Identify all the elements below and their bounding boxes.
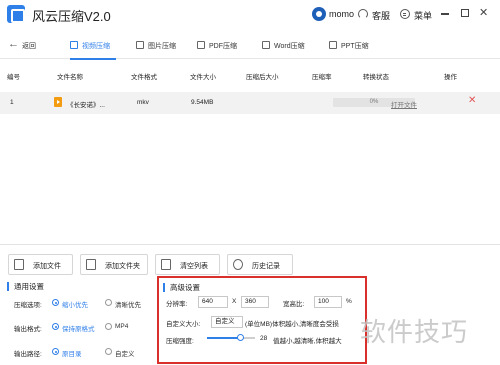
option-label: 保持原格式: [62, 326, 95, 333]
compress-option-label: 压缩选项:: [14, 302, 42, 309]
divider: [0, 244, 500, 245]
column-header: 压缩后大小: [246, 74, 279, 81]
headset-icon[interactable]: [358, 9, 368, 19]
advanced-settings-title: 高级设置: [163, 283, 200, 292]
maximize-button[interactable]: [461, 9, 469, 17]
resolution-label: 分辨率:: [166, 301, 188, 308]
history-button[interactable]: 历史记录: [227, 254, 293, 275]
advanced-settings-content: 高级设置 分辨率: 640 X 360 宽高比: 100 % 自定义大小: 自定…: [159, 278, 365, 362]
image-tab-icon: [136, 41, 144, 49]
delete-icon[interactable]: ✕: [468, 96, 476, 106]
option-label: 自定义: [115, 351, 135, 358]
general-settings-title: 通用设置: [7, 282, 44, 291]
pdf-tab-icon: [197, 41, 205, 49]
radio-format-keep[interactable]: [52, 323, 59, 330]
file-format: mkv: [137, 99, 149, 106]
user-avatar-icon[interactable]: [312, 7, 326, 21]
custom-size-hint: (单位MB)体积越小,清晰度会受损: [245, 321, 339, 328]
custom-size-label: 自定义大小:: [166, 321, 201, 328]
strength-label: 压缩强度:: [166, 338, 194, 345]
app-title: 风云压缩V2.0: [32, 9, 111, 24]
percent-sign: %: [346, 298, 352, 305]
radio-compress-smaller[interactable]: [52, 299, 59, 306]
watermark: 软件技巧: [360, 317, 469, 347]
aspect-ratio-input[interactable]: 100: [314, 296, 342, 308]
add-file-button[interactable]: 添加文件: [8, 254, 73, 275]
output-format-label: 输出格式:: [14, 326, 42, 333]
option-label: 清晰优先: [115, 302, 141, 309]
strength-slider[interactable]: [207, 334, 255, 341]
radio-compress-clearer[interactable]: [105, 299, 112, 306]
button-label: 历史记录: [252, 263, 280, 270]
button-label: 添加文件: [33, 263, 61, 270]
add-file-icon: [14, 259, 24, 270]
column-header: 文件名称: [57, 74, 83, 81]
table-row[interactable]: 1 《长安诺》... mkv 9.54MB 0% 打开文件 ✕: [0, 92, 500, 114]
column-header: 压缩率: [312, 74, 332, 81]
output-path-label: 输出路径:: [14, 351, 42, 358]
back-arrow-icon[interactable]: ←: [8, 39, 19, 50]
video-tab-icon: [70, 41, 78, 49]
nav-bar: ← 返回 视频压缩 图片压缩 PDF压缩 Word压缩 PPT压缩: [0, 33, 500, 60]
trash-icon: [161, 259, 171, 270]
video-file-icon: [54, 97, 62, 107]
radio-path-original[interactable]: [52, 348, 59, 355]
column-header: 文件大小: [190, 74, 216, 81]
column-header: 编号: [7, 74, 20, 81]
resolution-height-input[interactable]: 360: [241, 296, 269, 308]
tab-label: 图片压缩: [148, 43, 176, 50]
table-header: 编号 文件名称 文件格式 文件大小 压缩后大小 压缩率 转换状态 操作: [0, 68, 500, 82]
custom-size-input[interactable]: 自定义: [211, 316, 243, 328]
option-label: 缩小优先: [62, 302, 88, 309]
add-folder-icon: [86, 259, 96, 270]
menu-icon[interactable]: [400, 9, 410, 19]
tab-label: PDF压缩: [209, 43, 237, 50]
file-name: 《长安诺》...: [67, 102, 105, 109]
clear-list-button[interactable]: 清空列表: [155, 254, 220, 275]
tab-label: PPT压缩: [341, 43, 369, 50]
minimize-button[interactable]: [441, 13, 449, 15]
open-file-link[interactable]: 打开文件: [391, 99, 417, 109]
app-logo-icon: [7, 5, 25, 23]
close-button[interactable]: ✕: [479, 6, 488, 19]
option-label: MP4: [115, 323, 129, 330]
title-bar: 风云压缩V2.0 momo 客服 菜单 ✕: [0, 0, 500, 30]
add-folder-button[interactable]: 添加文件夹: [80, 254, 148, 275]
strength-value: 28: [260, 335, 268, 342]
option-label: 原目录: [62, 351, 82, 358]
slider-fill: [207, 337, 241, 339]
button-label: 添加文件夹: [105, 263, 140, 270]
column-header: 操作: [444, 74, 457, 81]
support-button[interactable]: 客服: [372, 9, 390, 22]
radio-path-custom[interactable]: [105, 348, 112, 355]
radio-format-mp4[interactable]: [105, 323, 112, 330]
tab-label: 视频压缩: [82, 43, 110, 50]
slider-thumb[interactable]: [237, 334, 245, 341]
menu-button[interactable]: 菜单: [414, 9, 432, 22]
resolution-separator: X: [232, 298, 237, 305]
advanced-settings-panel: 高级设置 分辨率: 640 X 360 宽高比: 100 % 自定义大小: 自定…: [157, 276, 367, 364]
column-header: 转换状态: [363, 74, 389, 81]
column-header: 文件格式: [131, 74, 157, 81]
ppt-tab-icon: [329, 41, 337, 49]
history-icon: [233, 259, 243, 270]
word-tab-icon: [262, 41, 270, 49]
strength-hint: 值越小,越清晰,体积越大: [273, 338, 342, 345]
button-label: 清空列表: [180, 263, 208, 270]
tab-label: Word压缩: [274, 43, 305, 50]
aspect-ratio-label: 宽高比:: [283, 301, 305, 308]
user-name[interactable]: momo: [329, 9, 354, 19]
resolution-width-input[interactable]: 640: [198, 296, 228, 308]
back-button[interactable]: 返回: [22, 41, 36, 51]
file-size: 9.54MB: [191, 99, 214, 106]
row-index: 1: [10, 99, 14, 106]
